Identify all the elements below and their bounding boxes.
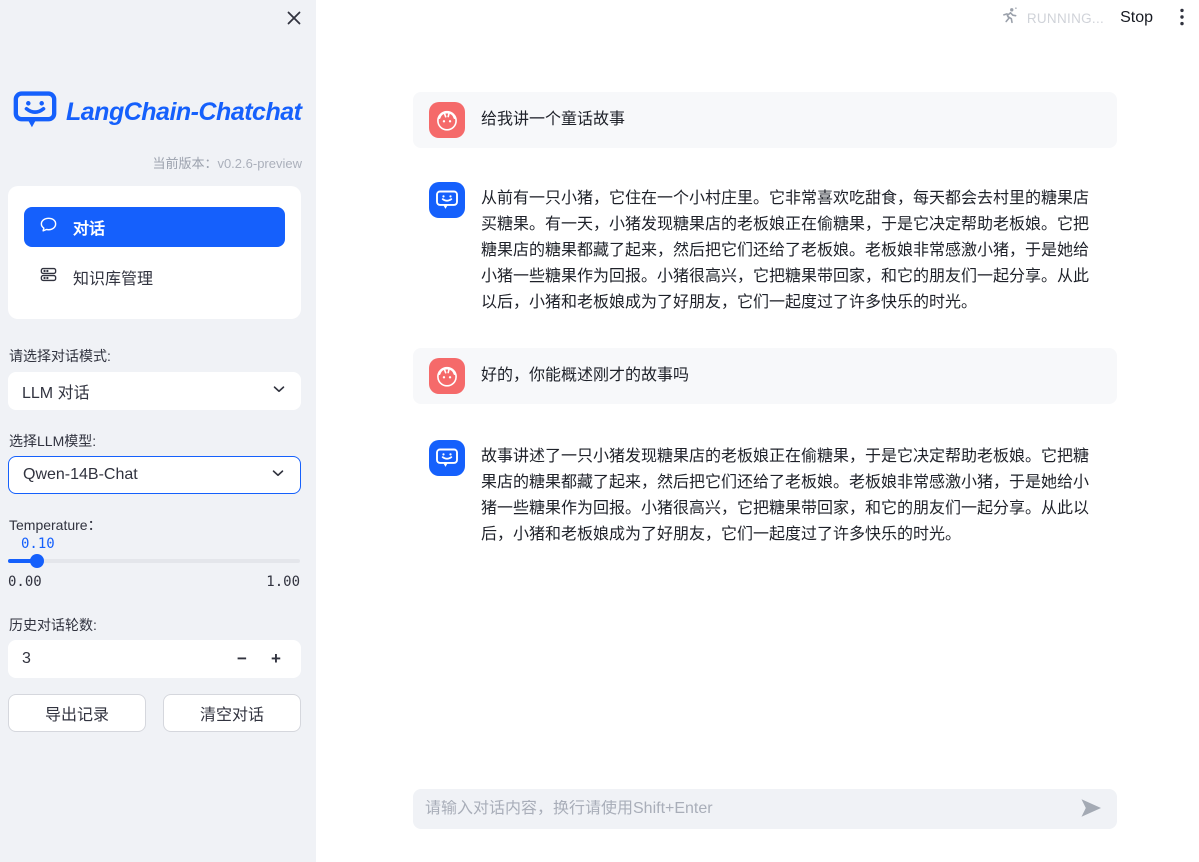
message-text: 故事讲述了一只小猪发现糖果店的老板娘正在偷糖果，于是它决定帮助老板娘。它把糖果店… [481, 444, 1101, 548]
temperature-label: Temperature： [9, 515, 102, 535]
chevron-down-icon [270, 380, 288, 403]
assistant-avatar-icon [429, 440, 465, 476]
close-icon [286, 10, 302, 29]
slider-track[interactable] [8, 559, 300, 563]
status-header: RUNNING... Stop [999, 6, 1191, 30]
app-title: LangChain-Chatchat [66, 98, 301, 127]
history-rounds-input[interactable]: 3 − + [8, 640, 301, 678]
stop-button[interactable]: Stop [1120, 9, 1153, 27]
version-text: 当前版本：v0.2.6-preview [152, 153, 302, 172]
main-area: RUNNING... Stop 给我讲一个童话故事 [316, 0, 1199, 862]
user-avatar-icon [429, 358, 465, 394]
llm-model-value: Qwen-14B-Chat [23, 466, 138, 484]
chat-message-user: 好的，你能概述刚才的故事吗 [413, 348, 1117, 404]
version-value: v0.2.6-preview [217, 156, 302, 171]
message-text: 给我讲一个童话故事 [481, 107, 625, 133]
sidebar-actions: 导出记录 清空对话 [8, 694, 301, 732]
slider-min-label: 0.00 [8, 574, 42, 590]
user-avatar-icon [429, 102, 465, 138]
slider-max-label: 1.00 [266, 574, 300, 590]
chat-message-assistant: 从前有一只小猪，它住在一个小村庄里。它非常喜欢吃甜食，每天都会去村里的糖果店买糖… [413, 182, 1117, 316]
chevron-down-icon [269, 464, 287, 487]
export-history-button[interactable]: 导出记录 [8, 694, 146, 732]
database-icon [39, 265, 58, 289]
slider-range: 0.00 1.00 [8, 574, 300, 590]
nav-card: 对话 知识库管理 [8, 186, 301, 319]
assistant-avatar-icon [429, 182, 465, 218]
history-rounds-label: 历史对话轮数: [9, 615, 97, 635]
chat-message-user: 给我讲一个童话故事 [413, 92, 1117, 148]
app-logo: LangChain-Chatchat [13, 91, 301, 134]
message-text: 好的，你能概述刚才的故事吗 [481, 363, 689, 389]
clear-dialogue-button[interactable]: 清空对话 [163, 694, 301, 732]
chatchat-logo-icon [13, 91, 57, 134]
dialogue-mode-label: 请选择对话模式: [9, 346, 111, 366]
temperature-value: 0.10 [21, 536, 55, 552]
llm-model-label: 选择LLM模型: [9, 431, 96, 451]
running-man-icon [999, 6, 1019, 31]
history-rounds-value[interactable]: 3 [22, 650, 225, 668]
dialogue-mode-select[interactable]: LLM 对话 [8, 372, 301, 410]
decrement-button[interactable]: − [225, 641, 259, 677]
chat-message-assistant: 故事讲述了一只小猪发现糖果店的老板娘正在偷糖果，于是它决定帮助老板娘。它把糖果店… [413, 440, 1117, 548]
message-text: 从前有一只小猪，它住在一个小村庄里。它非常喜欢吃甜食，每天都会去村里的糖果店买糖… [481, 186, 1101, 316]
sidebar-close-button[interactable] [284, 9, 304, 29]
version-label: 当前版本： [152, 156, 217, 171]
sidebar-item-label: 对话 [73, 215, 105, 239]
chat-input-container [413, 789, 1117, 829]
sidebar-item-label: 知识库管理 [73, 265, 153, 289]
send-icon[interactable] [1079, 798, 1103, 820]
sidebar-item-knowledge-base[interactable]: 知识库管理 [24, 257, 285, 297]
slider-thumb[interactable] [30, 554, 44, 568]
chat-input[interactable] [425, 800, 1079, 818]
increment-button[interactable]: + [259, 641, 293, 677]
sidebar: LangChain-Chatchat 当前版本：v0.2.6-preview 对… [0, 0, 316, 862]
temperature-slider[interactable] [8, 553, 300, 569]
sidebar-item-dialogue[interactable]: 对话 [24, 207, 285, 247]
status-text: RUNNING... [1027, 11, 1104, 26]
kebab-menu-icon[interactable] [1173, 8, 1191, 28]
dialogue-mode-value: LLM 对话 [22, 379, 90, 403]
chat-bubble-icon [39, 215, 58, 239]
app-root: LangChain-Chatchat 当前版本：v0.2.6-preview 对… [0, 0, 1199, 862]
llm-model-select[interactable]: Qwen-14B-Chat [8, 456, 301, 494]
